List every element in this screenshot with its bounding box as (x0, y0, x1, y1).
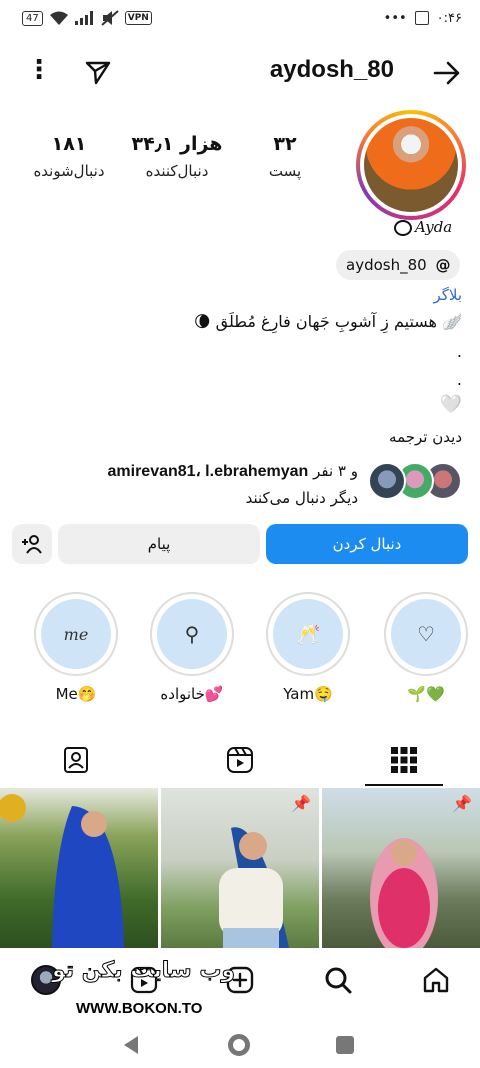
status-time: ۰:۴۶ (436, 10, 462, 26)
mutual-avatars[interactable] (366, 462, 462, 500)
wing-emoji: 🪽 (442, 312, 462, 331)
battery-icon: 47 (22, 10, 43, 26)
posts-label: پست (268, 162, 302, 180)
tab-grid[interactable] (384, 740, 424, 780)
bio-text: 🪽 هستیم زِ آشوبِ جَهان فارِغ مُطلَق 🌘 (194, 312, 462, 331)
search-icon (325, 967, 352, 994)
avatar (368, 462, 406, 500)
suggested-users-button[interactable] (12, 524, 52, 564)
panda-icon (394, 220, 412, 236)
glasses-icon: 🥂 (273, 599, 343, 669)
system-home-icon[interactable] (228, 1034, 250, 1056)
app-notification-icon (414, 11, 429, 25)
profile-avatar[interactable] (356, 110, 466, 220)
post-image (0, 794, 124, 948)
see-translation-link[interactable]: دیدن ترجمه (389, 428, 462, 446)
threads-icon: @ (435, 256, 451, 274)
grid-post[interactable]: 📌 (322, 788, 480, 948)
share-send-icon[interactable] (84, 58, 112, 86)
grid-post[interactable]: 📌 (161, 788, 319, 948)
followed-by-users: amirevan81، l.ebrahemyan (107, 463, 309, 480)
moon-emoji: 🌘 (193, 312, 211, 331)
followed-by-text[interactable]: و ۳ نفر amirevan81، l.ebrahemyan دیگر دن… (28, 458, 359, 511)
bio-dot: . (456, 370, 462, 389)
me-text-icon: me (41, 599, 111, 669)
home-icon (423, 967, 449, 993)
name-signature: Ayda (394, 218, 452, 236)
bio-dot: . (456, 342, 462, 361)
bio-line: هستیم زِ آشوبِ جَهان فارِغ مُطلَق (215, 312, 437, 331)
grid-icon (391, 747, 417, 773)
tab-tagged[interactable] (56, 740, 96, 780)
highlight-item[interactable]: ♡ 🌱💚 (384, 592, 468, 704)
status-left: 47 VPN (22, 10, 152, 26)
follow-button[interactable]: دنبال کردن (266, 524, 468, 564)
system-navigation (0, 1022, 480, 1068)
back-arrow-icon[interactable] (432, 58, 462, 88)
followed-by-line2: دیگر دنبال می‌کنند (245, 489, 358, 507)
wifi-icon (49, 11, 68, 25)
mute-icon (101, 10, 119, 26)
profile-tabs (0, 732, 480, 786)
message-button[interactable]: پیام (58, 524, 260, 564)
followers-label: دنبال‌کننده (145, 162, 209, 180)
grid-post[interactable] (0, 788, 158, 948)
system-back-icon[interactable] (124, 1036, 138, 1054)
reels-icon (227, 747, 253, 773)
highlight-item[interactable]: me Me🤭 (34, 592, 118, 704)
pin-icon: 📌 (291, 794, 311, 813)
watermark-text-en: WWW.BOKON.TO (76, 1000, 203, 1017)
profile-category: بلاگر (433, 286, 462, 304)
highlight-item[interactable]: ⚲ خانواده💕 (150, 592, 234, 704)
status-right: ••• ۰:۴۶ (384, 11, 462, 26)
highlight-label: Yam🤤 (283, 685, 333, 703)
location-pin-icon: ⚲ (157, 599, 227, 669)
post-grid: 📌 📌 (0, 788, 480, 948)
stat-following[interactable]: ۱۸۱ دنبال‌شونده (14, 130, 124, 184)
threads-handle: aydosh_80 (346, 256, 427, 274)
posts-count: ۳۲ (273, 133, 297, 155)
highlight-item[interactable]: 🥂 Yam🤤 (266, 592, 350, 704)
system-recents-icon[interactable] (336, 1036, 354, 1054)
status-bar: 47 VPN ••• ۰:۴۶ (0, 0, 480, 36)
stat-followers[interactable]: ۳۴٫۱ هزار دنبال‌کننده (122, 130, 232, 184)
heart-outline-icon: ♡ (391, 599, 461, 669)
active-tab-indicator (365, 784, 443, 786)
notification-dots: ••• (383, 10, 407, 26)
highlight-label: Me🤭 (55, 685, 97, 703)
tagged-person-icon (64, 747, 88, 773)
pin-icon: 📌 (452, 794, 472, 813)
following-count: ۱۸۱ (51, 133, 87, 155)
signal-icon (74, 11, 93, 25)
stat-posts[interactable]: ۳۲ پست (246, 130, 324, 184)
vpn-icon: VPN (124, 11, 152, 25)
profile-username: aydosh_80 (269, 56, 394, 83)
highlight-label: 🌱💚 (407, 685, 445, 703)
more-options-icon[interactable]: ⋮ (26, 56, 52, 84)
highlight-label: خانواده💕 (160, 685, 224, 703)
threads-badge[interactable]: aydosh_80 @ (336, 250, 461, 280)
followers-count: ۳۴٫۱ هزار (131, 133, 223, 155)
nav-home[interactable] (416, 960, 456, 1000)
profile-header: ⋮ aydosh_80 (0, 44, 480, 100)
add-person-icon (22, 535, 42, 554)
nav-search[interactable] (318, 960, 358, 1000)
watermark-text-fa: وب سایت بکن تو (51, 958, 236, 984)
tab-reels[interactable] (220, 740, 260, 780)
heart-emoji: 🤍 (439, 394, 462, 415)
followed-by-suffix: و ۳ نفر (313, 462, 358, 480)
following-label: دنبال‌شونده (33, 162, 105, 180)
avatar-photo (364, 118, 458, 212)
